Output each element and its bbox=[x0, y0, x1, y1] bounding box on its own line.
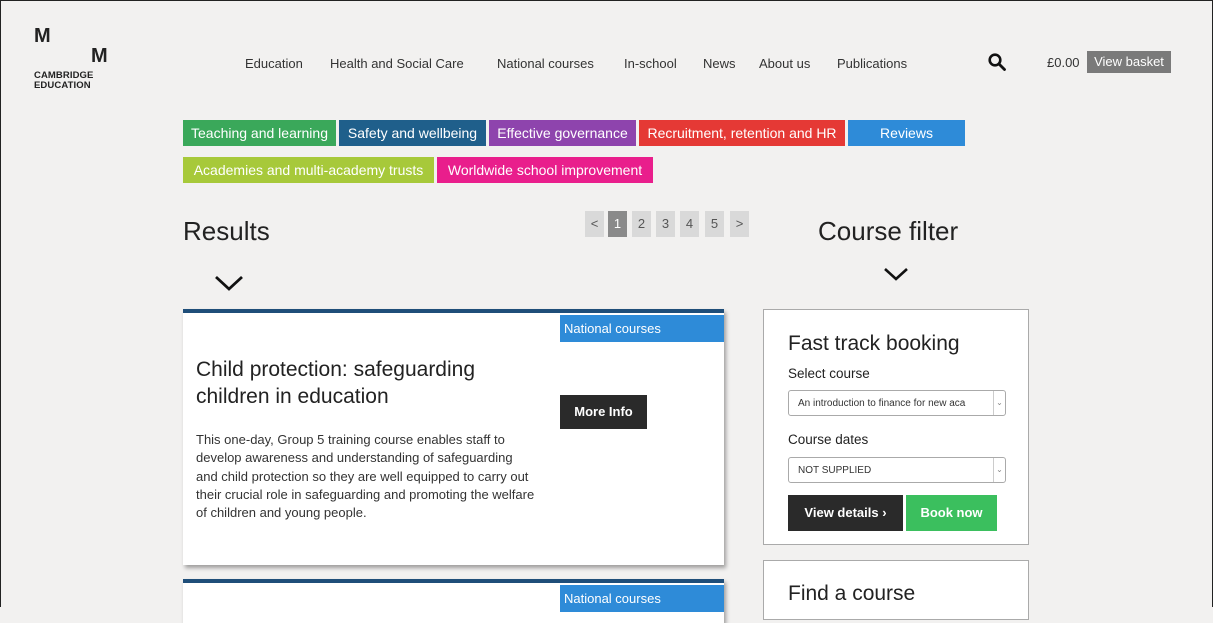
nav-health-social-care[interactable]: Health and Social Care bbox=[330, 56, 464, 71]
tag-safety-wellbeing[interactable]: Safety and wellbeing bbox=[339, 120, 486, 146]
search-icon[interactable] bbox=[988, 53, 1006, 71]
pagination-next[interactable]: > bbox=[730, 211, 749, 237]
pagination-prev[interactable]: < bbox=[585, 211, 604, 237]
view-basket-button[interactable]: View basket bbox=[1087, 51, 1171, 73]
course-dates-dropdown[interactable]: NOT SUPPLIED ⌄ bbox=[788, 457, 1006, 483]
logo-m-bottom: M bbox=[91, 45, 108, 67]
results-heading: Results bbox=[183, 216, 270, 246]
result-card: National courses Child protection: safeg… bbox=[183, 309, 724, 565]
card-category-badge: National courses bbox=[560, 315, 724, 342]
view-details-button[interactable]: View details › bbox=[788, 495, 903, 531]
course-dates-label: Course dates bbox=[788, 432, 869, 447]
nav-in-school[interactable]: In-school bbox=[624, 56, 677, 71]
pagination-page-2[interactable]: 2 bbox=[632, 211, 651, 237]
fast-track-booking-panel: Fast track booking Select course An intr… bbox=[763, 309, 1029, 545]
nav-publications[interactable]: Publications bbox=[837, 56, 907, 71]
nav-national-courses[interactable]: National courses bbox=[497, 56, 594, 71]
card-description: This one-day, Group 5 training course en… bbox=[196, 432, 535, 521]
tag-academies[interactable]: Academies and multi-academy trusts bbox=[183, 157, 434, 183]
pagination-page-5[interactable]: 5 bbox=[705, 211, 724, 237]
chevron-down-icon: ⌄ bbox=[993, 391, 1005, 415]
tag-reviews[interactable]: Reviews bbox=[848, 120, 965, 146]
basket-amount: £0.00 bbox=[1047, 55, 1080, 70]
find-a-course-title: Find a course bbox=[788, 582, 916, 605]
select-course-dropdown[interactable]: An introduction to finance for new aca ⌄ bbox=[788, 390, 1006, 416]
course-filter-heading: Course filter bbox=[818, 216, 959, 246]
pagination-page-4[interactable]: 4 bbox=[680, 211, 699, 237]
chevron-down-icon[interactable] bbox=[214, 274, 244, 292]
nav-about-us[interactable]: About us bbox=[759, 56, 810, 71]
tag-recruitment[interactable]: Recruitment, retention and HR bbox=[639, 120, 845, 146]
select-course-value: An introduction to finance for new aca bbox=[798, 398, 966, 409]
chevron-down-icon[interactable] bbox=[881, 266, 911, 284]
nav-education[interactable]: Education bbox=[245, 56, 303, 71]
chevron-down-icon: ⌄ bbox=[993, 458, 1005, 482]
tag-worldwide[interactable]: Worldwide school improvement bbox=[437, 157, 653, 183]
pagination-page-3[interactable]: 3 bbox=[656, 211, 675, 237]
more-info-button[interactable]: More Info bbox=[560, 395, 647, 429]
tag-teaching-learning[interactable]: Teaching and learning bbox=[183, 120, 336, 146]
fast-track-title: Fast track booking bbox=[788, 332, 960, 355]
logo-m-top: M bbox=[34, 25, 51, 47]
find-a-course-panel: Find a course bbox=[763, 560, 1029, 620]
cambridge-education-logo[interactable]: M M CAMBRIDGE EDUCATION bbox=[34, 25, 114, 98]
logo-text-line2: EDUCATION bbox=[34, 80, 91, 91]
card-title[interactable]: Child protection: safeguarding children … bbox=[196, 356, 536, 410]
book-now-button[interactable]: Book now bbox=[906, 495, 997, 531]
logo-text: CAMBRIDGE EDUCATION bbox=[34, 71, 93, 91]
nav-news[interactable]: News bbox=[703, 56, 736, 71]
result-card: National courses bbox=[183, 579, 724, 623]
pagination-page-1[interactable]: 1 bbox=[608, 211, 627, 237]
tag-effective-governance[interactable]: Effective governance bbox=[489, 120, 636, 146]
course-dates-value: NOT SUPPLIED bbox=[798, 465, 872, 476]
select-course-label: Select course bbox=[788, 366, 870, 381]
